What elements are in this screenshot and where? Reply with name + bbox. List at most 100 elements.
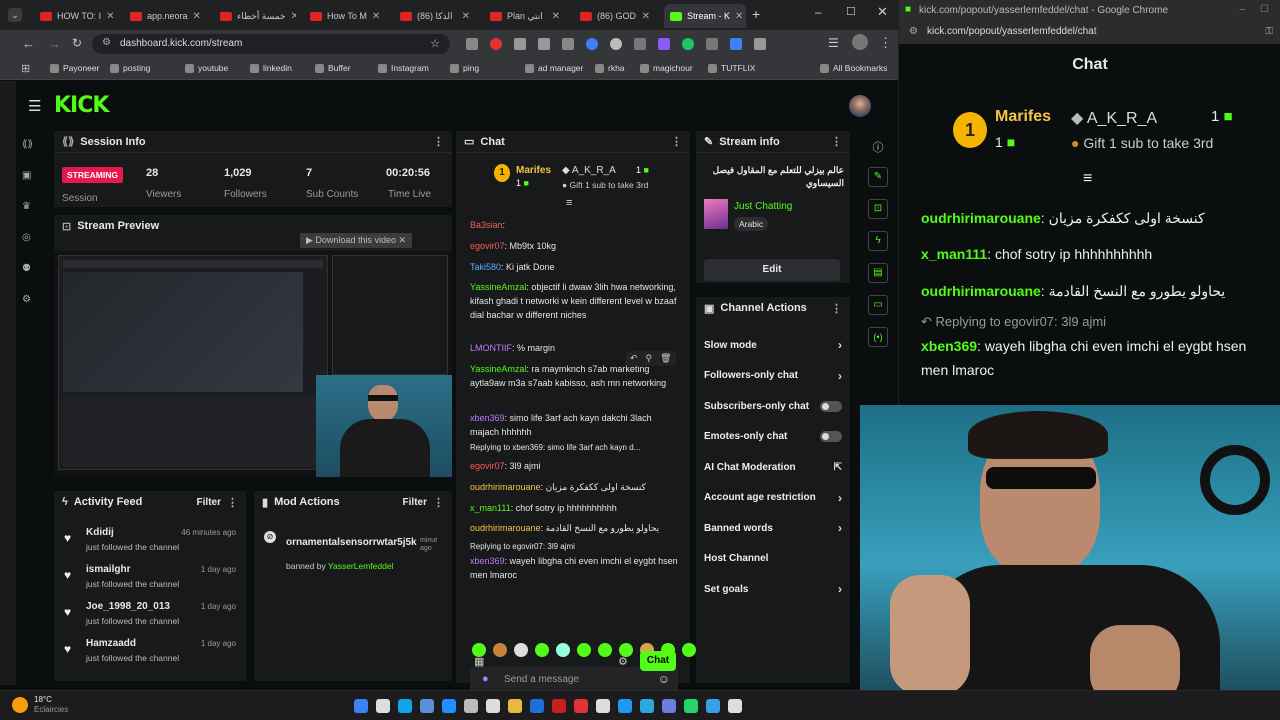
new-tab-button[interactable]: + — [752, 6, 760, 22]
browser-tab[interactable]: HOW TO: I ✕ — [34, 4, 116, 28]
chat-username[interactable]: egovir07 — [470, 461, 505, 471]
browser-tab[interactable]: How To M ✕ — [304, 4, 386, 28]
emote-icon[interactable] — [682, 643, 696, 657]
extension-icon[interactable] — [514, 38, 526, 50]
taskbar-app-icon[interactable] — [706, 699, 720, 713]
extension-icon[interactable] — [682, 38, 694, 50]
taskbar-app-icon[interactable] — [354, 699, 368, 713]
popout-chat-user[interactable]: xben369 — [921, 338, 977, 354]
external-link-icon[interactable]: ⇱ — [834, 462, 842, 473]
browser-tab[interactable]: Stream - K ✕ — [664, 4, 746, 28]
collapse-leaderboard-icon[interactable]: ≡ — [566, 197, 572, 209]
edit-rail-icon[interactable]: ✎ — [868, 167, 888, 187]
weather-icon[interactable] — [12, 697, 28, 713]
user-avatar[interactable] — [849, 95, 871, 117]
extension-icon[interactable] — [658, 38, 670, 50]
taskbar-app-icon[interactable] — [398, 699, 412, 713]
bookmark-item[interactable]: All Bookmarks — [820, 63, 887, 73]
stream-info-menu-icon[interactable]: ⋮ — [831, 135, 842, 148]
kick-logo[interactable]: KICK — [54, 93, 109, 118]
pin-icon[interactable]: ⚲ — [646, 353, 653, 364]
popout-chat-user[interactable]: x_man111 — [921, 246, 987, 262]
follower-name[interactable]: Hamzaadd — [86, 638, 136, 649]
taskbar-app-icon[interactable] — [442, 699, 456, 713]
settings-icon[interactable]: ⚙ — [22, 294, 33, 305]
trophy-icon[interactable]: ♛ — [22, 201, 33, 212]
mod-menu-icon[interactable]: ⋮ — [433, 496, 444, 509]
taskbar-app-icon[interactable] — [552, 699, 566, 713]
stream-icon[interactable]: ⟪⟫ — [22, 139, 33, 150]
chat-settings-icon[interactable]: ⚙ — [618, 655, 628, 668]
tab-close-icon[interactable]: ✕ — [106, 11, 114, 22]
chat-username[interactable]: YassineAmzal — [470, 282, 526, 292]
popout-key-icon[interactable]: ⚿ — [1265, 26, 1273, 37]
follower-name[interactable]: ismailghr — [86, 564, 130, 575]
chat-menu-icon[interactable]: ⋮ — [671, 135, 682, 148]
close-window-button[interactable]: ✕ — [877, 4, 888, 20]
extension-icon[interactable] — [586, 38, 598, 50]
channel-action-banned-words[interactable]: Banned words › — [704, 516, 842, 540]
moderation-icon[interactable]: ◎ — [22, 232, 33, 243]
bookmark-item[interactable]: linkedin — [250, 63, 292, 73]
rail-icon[interactable]: ⊡ — [868, 199, 888, 219]
channel-action-emotes-only-chat[interactable]: Emotes-only chat — [704, 425, 842, 449]
edit-stream-button[interactable]: Edit — [704, 259, 840, 281]
popout-leader-2[interactable]: ◆ A_K_R_A — [1071, 108, 1157, 128]
bookmark-item[interactable]: Instagram — [378, 63, 429, 73]
sidebar-icon[interactable]: ☰ — [828, 36, 839, 50]
emoji-icon[interactable]: ☺ — [658, 672, 670, 686]
channel-action-slow-mode[interactable]: Slow mode › — [704, 333, 842, 357]
session-menu-icon[interactable]: ⋮ — [433, 135, 444, 148]
chat-username[interactable]: LMONTIIF — [470, 343, 512, 353]
mod-filter-button[interactable]: Filter — [403, 497, 427, 508]
chat-username[interactable]: xben369 — [470, 556, 505, 566]
apps-grid-icon[interactable]: ⊞ — [21, 62, 30, 75]
extension-icon[interactable] — [610, 38, 622, 50]
popout-minimize[interactable]: – — [1239, 4, 1245, 15]
rail-icon[interactable]: ▭ — [868, 295, 888, 315]
emote-icon[interactable] — [598, 643, 612, 657]
category-name[interactable]: Just Chatting — [734, 201, 792, 212]
extension-icon[interactable] — [490, 38, 502, 50]
preview-video[interactable] — [54, 251, 452, 477]
extension-icon[interactable] — [466, 38, 478, 50]
chat-username[interactable]: egovir07 — [470, 241, 505, 251]
emote-icon[interactable] — [556, 643, 570, 657]
bookmark-item[interactable]: Payoneer — [50, 63, 99, 73]
forward-icon[interactable]: → — [48, 36, 61, 51]
popout-chat-user[interactable]: oudrhirimarouane — [921, 283, 1041, 299]
page-icon[interactable]: ▣ — [22, 170, 33, 181]
emote-icon[interactable] — [535, 643, 549, 657]
channel-action-set-goals[interactable]: Set goals › — [704, 577, 842, 601]
emote-icon[interactable] — [577, 643, 591, 657]
bookmark-item[interactable]: magichour — [640, 63, 693, 73]
url-input[interactable]: ⚙ dashboard.kick.com/stream ☆ — [92, 34, 450, 54]
chat-username[interactable]: Ba3sian — [470, 220, 503, 230]
chat-username[interactable]: Taki580 — [470, 262, 501, 272]
weather-widget[interactable]: 18°C Eclaircies — [34, 695, 68, 715]
extension-icon[interactable] — [730, 38, 742, 50]
bookmark-item[interactable]: youtube — [185, 63, 228, 73]
rail-icon[interactable]: (•) — [868, 327, 888, 347]
taskbar-app-icon[interactable] — [728, 699, 742, 713]
popout-url-bar[interactable]: ⚙ kick.com/popout/yasserlemfeddel/chat ⚿ — [899, 22, 1280, 44]
puzzle-icon[interactable] — [754, 38, 766, 50]
popout-chat-user[interactable]: oudrhirimarouane — [921, 210, 1041, 226]
channel-action-subscribers-only-chat[interactable]: Subscribers-only chat — [704, 394, 842, 418]
chat-username[interactable]: oudrhirimarouane — [470, 482, 541, 492]
tab-close-icon[interactable]: ✕ — [462, 11, 470, 22]
maximize-button[interactable]: ☐ — [846, 5, 856, 18]
bookmark-item[interactable]: ad manager — [525, 63, 583, 73]
browser-tab[interactable]: Plan انتي ✕ — [484, 4, 566, 28]
activity-menu-icon[interactable]: ⋮ — [227, 496, 238, 509]
popout-maximize[interactable]: ☐ — [1260, 4, 1269, 15]
toggle-switch[interactable] — [820, 431, 842, 442]
minimize-button[interactable]: – — [815, 5, 822, 19]
taskbar-app-icon[interactable] — [618, 699, 632, 713]
extension-icon[interactable] — [634, 38, 646, 50]
taskbar-app-icon[interactable] — [508, 699, 522, 713]
mic-icon[interactable]: ● — [482, 673, 489, 685]
send-chat-button[interactable]: Chat — [640, 651, 676, 671]
browser-tab[interactable]: app.neora ✕ — [124, 4, 206, 28]
download-video-button[interactable]: ▶ Download this video ✕ — [300, 233, 413, 248]
